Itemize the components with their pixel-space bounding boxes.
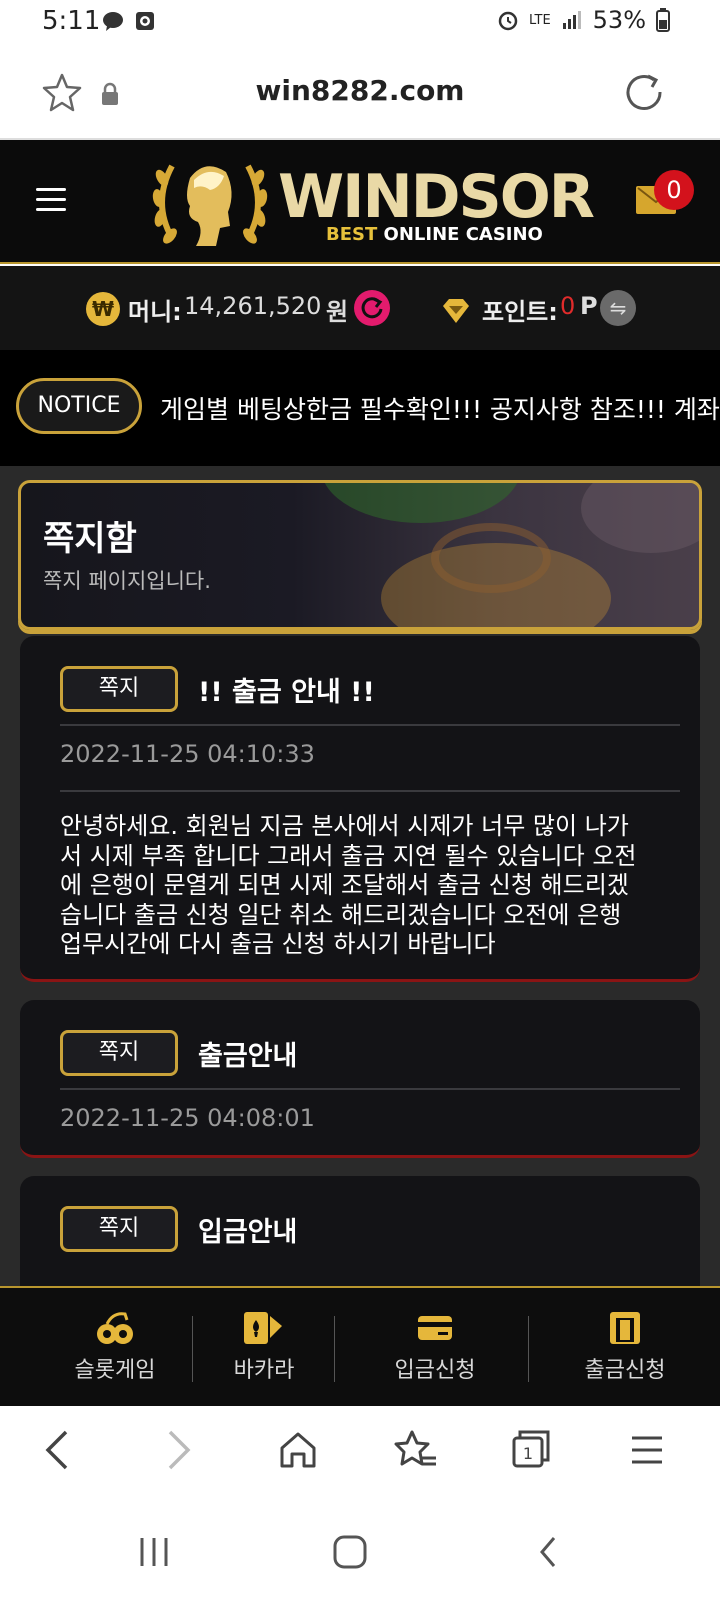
battery-percent: 53% <box>592 6 646 34</box>
hamburger-menu-icon[interactable] <box>36 188 66 212</box>
message-body-line: 업무시간에 다시 출금 신청 하시기 바랍니다 <box>60 930 496 958</box>
message-body-line: 서 시제 부족 합니다 그래서 출금 지연 될수 있습니다 오전 <box>60 841 637 870</box>
logo-tagline: BEST ONLINE CASINO <box>326 224 543 245</box>
point-value: 0 <box>560 292 576 320</box>
signal-icon <box>562 11 581 29</box>
notice-text[interactable]: 게임별 베팅상한금 필수확인!!! 공지사항 참조!!! 계좌 <box>160 390 720 426</box>
status-time: 5:11 <box>42 6 101 36</box>
windsor-logo[interactable]: WINDSOR BEST ONLINE CASINO <box>150 148 600 258</box>
account-balance-bar: ₩ 머니: 14,261,520 원 포인트: 0 P ⇋ <box>0 266 720 350</box>
alarm-icon <box>498 11 518 31</box>
nav-label: 출금신청 <box>584 1358 666 1383</box>
system-navigation-bar <box>0 1500 720 1600</box>
status-indicators: LTE 53% <box>497 6 670 34</box>
browser-toolbar: 1 <box>0 1406 720 1500</box>
banner-art-cloud <box>581 483 699 553</box>
message-date: 2022-11-25 04:10:33 <box>60 740 315 768</box>
money-unit: 원 <box>326 298 349 326</box>
message-type-tag: 쪽지 <box>60 1206 178 1252</box>
nav-label: 입금신청 <box>394 1358 476 1383</box>
nav-divider <box>334 1316 335 1382</box>
message-body-line: 안녕하세요. 회원님 지금 본사에서 시제가 너무 많이 나가 <box>60 812 629 840</box>
tab-count: 1 <box>523 1444 533 1463</box>
message-body: 안녕하세요. 회원님 지금 본사에서 시제가 너무 많이 나가 서 시제 부족 … <box>60 812 660 960</box>
message-card[interactable]: 쪽지 입금안내 <box>20 1176 700 1286</box>
divider <box>60 724 680 726</box>
site-bottom-nav: 슬롯게임 바카라 입금신청 출금신청 <box>0 1286 720 1406</box>
banner-art-colosseum <box>431 523 551 593</box>
message-date: 2022-11-25 04:08:01 <box>60 1104 315 1132</box>
message-type-tag: 쪽지 <box>60 666 178 712</box>
mail-count-badge[interactable]: 0 <box>654 170 694 210</box>
message-card[interactable]: 쪽지 출금안내 2022-11-25 04:08:01 <box>20 1000 700 1158</box>
refresh-balance-button[interactable] <box>354 290 390 326</box>
notice-ticker: NOTICE 게임별 베팅상한금 필수확인!!! 공지사항 참조!!! 계좌 <box>0 350 720 466</box>
message-title[interactable]: 출금안내 <box>198 1034 297 1073</box>
system-back-icon[interactable] <box>536 1534 560 1570</box>
point-unit: P <box>580 292 598 320</box>
bookmarks-icon[interactable] <box>394 1428 438 1472</box>
exchange-icon: ⇋ <box>609 296 627 320</box>
browser-url-bar: win8282.com <box>0 44 720 140</box>
deposit-card-icon <box>418 1316 452 1340</box>
banner-art-hill <box>321 483 521 523</box>
nav-divider <box>192 1316 193 1382</box>
tabs-icon[interactable]: 1 <box>510 1428 552 1472</box>
logo-wordmark: WINDSOR <box>278 162 595 232</box>
nav-label: 바카라 <box>233 1358 295 1383</box>
logo-tagline-rest: ONLINE CASINO <box>377 224 543 245</box>
exchange-points-button[interactable]: ⇋ <box>600 290 636 326</box>
chat-notification-icon <box>103 12 123 31</box>
divider <box>60 1088 680 1090</box>
page-banner: 쪽지함 쪽지 페이지입니다. <box>18 480 702 630</box>
app-notification-icon <box>136 12 154 30</box>
page-subtitle: 쪽지 페이지입니다. <box>43 569 211 593</box>
nav-slot-games[interactable]: 슬롯게임 <box>40 1288 190 1406</box>
message-title[interactable]: !! 출금 안내 !! <box>198 670 375 709</box>
money-label: 머니: <box>128 298 182 326</box>
message-type-tag: 쪽지 <box>60 1030 178 1076</box>
message-page-content: 쪽지함 쪽지 페이지입니다. 쪽지 !! 출금 안내 !! 2022-11-25… <box>0 466 720 1286</box>
logo-tagline-best: BEST <box>326 224 378 245</box>
network-type: LTE <box>529 12 551 28</box>
nav-deposit[interactable]: 입금신청 <box>350 1288 520 1406</box>
page-title: 쪽지함 <box>43 519 137 559</box>
battery-icon <box>656 8 670 32</box>
nav-withdraw[interactable]: 출금신청 <box>540 1288 710 1406</box>
withdraw-icon <box>610 1312 640 1344</box>
baccarat-card-icon <box>244 1312 282 1344</box>
message-body-line: 습니다 출금 신청 일단 취소 해드리겠습니다 오전에 은행 <box>60 900 622 929</box>
page: 5:11 LTE 53% win8282.com WINDSOR BEST ON… <box>0 0 720 1600</box>
site-header: WINDSOR BEST ONLINE CASINO 0 <box>0 140 720 264</box>
divider <box>60 790 680 792</box>
message-card[interactable]: 쪽지 !! 출금 안내 !! 2022-11-25 04:10:33 안녕하세요… <box>20 636 700 982</box>
recent-apps-icon[interactable] <box>138 1536 170 1568</box>
nav-label: 슬롯게임 <box>74 1358 156 1383</box>
nav-divider <box>528 1316 529 1382</box>
notice-badge[interactable]: NOTICE <box>16 378 142 434</box>
browser-menu-icon[interactable] <box>630 1428 664 1472</box>
system-home-icon[interactable] <box>332 1534 368 1570</box>
laurel-emblem-icon <box>152 164 268 246</box>
home-icon[interactable] <box>278 1428 318 1472</box>
url-text[interactable]: win8282.com <box>0 74 720 107</box>
nav-baccarat[interactable]: 바카라 <box>204 1288 324 1406</box>
money-value: 14,261,520 <box>184 292 322 320</box>
message-title[interactable]: 입금안내 <box>198 1210 297 1249</box>
status-bar: 5:11 LTE 53% <box>0 0 720 44</box>
refresh-icon <box>361 297 383 319</box>
diamond-icon <box>443 299 469 323</box>
forward-icon[interactable] <box>164 1428 194 1472</box>
slot-icon <box>97 1312 133 1344</box>
won-coin-icon: ₩ <box>86 292 120 326</box>
back-icon[interactable] <box>42 1428 72 1472</box>
reload-icon[interactable] <box>624 72 664 112</box>
message-body-line: 에 은행이 문열게 되면 시제 조달해서 출금 신청 해드리겠 <box>60 871 629 899</box>
point-label: 포인트: <box>482 298 558 326</box>
